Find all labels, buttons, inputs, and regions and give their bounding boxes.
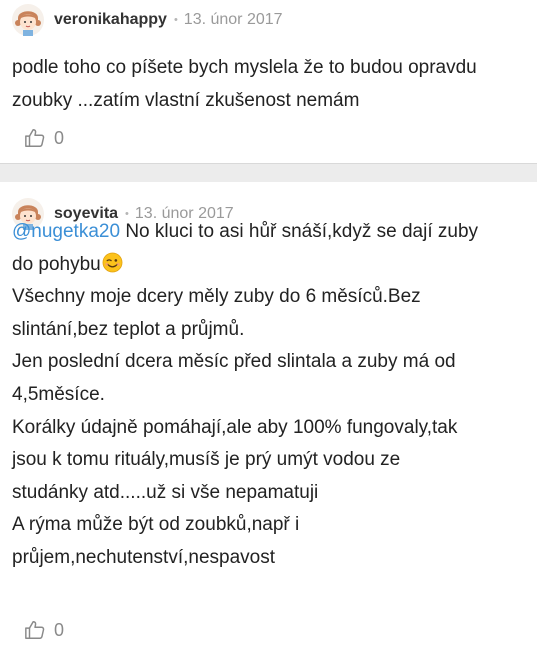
thumbs-up-icon <box>25 621 45 639</box>
comment-line: Jen poslední dcera měsíc před slintala a… <box>12 351 456 373</box>
comment-line: studánky atd.....už si vše nepamatuji <box>12 481 319 503</box>
comment-line: do pohybu <box>12 249 523 282</box>
comment-line: A rýma může být od zoubků,např i <box>12 514 300 536</box>
comment-line: slintání,bez teplot a průjmů. <box>12 318 245 340</box>
user-mention-link[interactable]: @nugetka20 <box>12 221 120 242</box>
comment-line: průjem,nechutenství,nespavost <box>12 546 275 568</box>
like-button[interactable]: 0 <box>24 619 64 641</box>
like-count: 0 <box>54 619 65 640</box>
comment-2: soyevita • 13. únor 2017 @nugetka20 No k… <box>0 0 537 648</box>
comment-text: do pohybu <box>12 253 101 275</box>
comment-line: @nugetka20 No kluci to asi hůř snáší,kdy… <box>12 216 523 249</box>
comment-body: @nugetka20 No kluci to asi hůř snáší,kdy… <box>12 216 523 575</box>
comment-line: jsou k tomu rituály,musíš je prý umýt vo… <box>12 449 401 471</box>
comment-text: No kluci to asi hůř snáší,když se dají z… <box>120 221 479 242</box>
comment-line: Korálky údajně pomáhají,ale aby 100% fun… <box>12 416 458 438</box>
comment-line: Všechny moje dcery měly zuby do 6 měsíců… <box>12 286 421 308</box>
winking-face-icon <box>102 252 123 273</box>
comment-line: 4,5měsíce. <box>12 383 105 405</box>
